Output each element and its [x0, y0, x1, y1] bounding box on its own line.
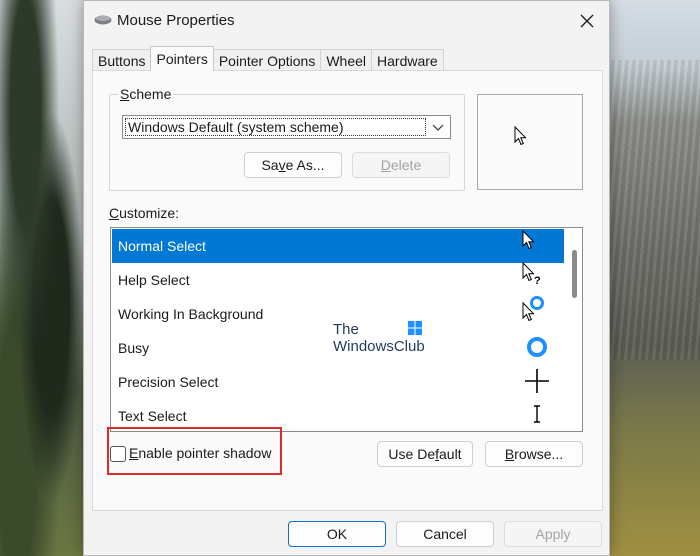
pointers-panel: Scheme Windows Default (system scheme) S…: [92, 70, 603, 511]
help-cursor-icon: ?: [522, 262, 541, 287]
list-scrollbar[interactable]: [566, 228, 582, 431]
close-icon[interactable]: [575, 9, 599, 33]
mouse-properties-dialog: Mouse Properties Buttons Pointers Pointe…: [83, 0, 610, 556]
cursor-preview: [477, 94, 583, 190]
watermark-line1: The: [333, 321, 359, 338]
svg-text:?: ?: [534, 275, 541, 287]
customize-label: Customize:: [109, 205, 180, 221]
scrollbar-thumb[interactable]: [572, 250, 577, 298]
scheme-selected-value: Windows Default (system scheme): [125, 118, 426, 136]
desktop-background-right: [608, 0, 700, 556]
ok-button[interactable]: OK: [288, 521, 386, 547]
arrow-cursor-icon: [514, 126, 527, 146]
tab-pointer-options[interactable]: Pointer Options: [212, 49, 322, 71]
tab-hardware[interactable]: Hardware: [371, 49, 444, 71]
mouse-icon: [94, 15, 112, 25]
watermark-line2: WindowsClub: [333, 338, 425, 355]
window-title: Mouse Properties: [117, 12, 235, 29]
tab-wheel[interactable]: Wheel: [320, 49, 373, 71]
windows-logo-icon: [408, 321, 422, 335]
working-cursor-icon: [522, 296, 544, 322]
browse-button[interactable]: Browse...: [485, 441, 583, 467]
list-item[interactable]: Help Select: [112, 263, 564, 297]
list-item[interactable]: Normal Select: [112, 229, 564, 263]
scheme-dropdown[interactable]: Windows Default (system scheme): [122, 115, 451, 139]
apply-button[interactable]: Apply: [504, 521, 602, 547]
save-as-button[interactable]: Save As...: [244, 152, 342, 178]
use-default-button[interactable]: Use Default: [377, 441, 473, 467]
tab-buttons[interactable]: Buttons: [92, 49, 152, 71]
tab-pointers[interactable]: Pointers: [150, 46, 214, 71]
delete-button[interactable]: Delete: [352, 152, 450, 178]
tab-strip: Buttons Pointers Pointer Options Wheel H…: [92, 46, 444, 71]
title-bar[interactable]: Mouse Properties: [84, 1, 609, 41]
highlight-annotation: [107, 427, 282, 475]
busy-cursor-icon: [527, 337, 547, 357]
scheme-label: Scheme: [118, 86, 174, 102]
crosshair-cursor-icon: [525, 369, 549, 393]
arrow-cursor-icon: [522, 230, 535, 250]
chevron-down-icon: [432, 124, 444, 131]
list-item[interactable]: Precision Select: [112, 365, 564, 399]
ibeam-cursor-icon: [534, 405, 540, 423]
cancel-button[interactable]: Cancel: [396, 521, 494, 547]
desktop-background-left: [0, 0, 85, 556]
